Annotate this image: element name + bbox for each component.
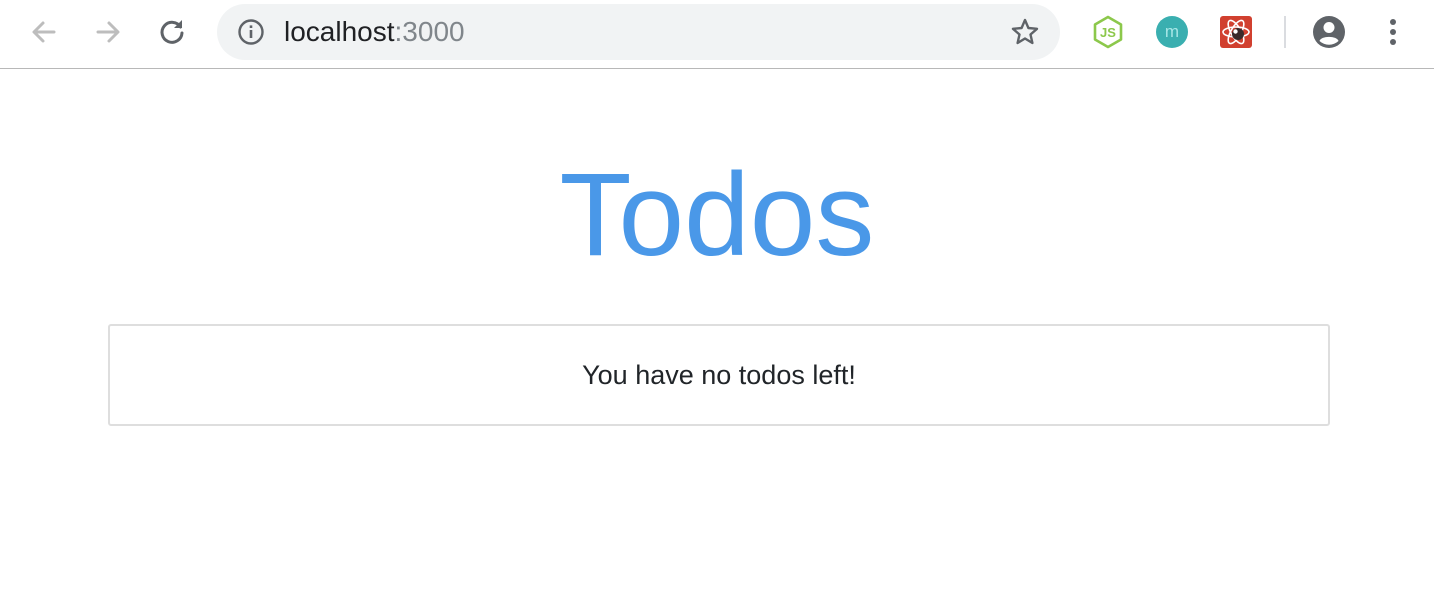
- arrow-left-icon: [32, 21, 56, 43]
- arrow-right-icon: [96, 21, 120, 43]
- browser-toolbar: localhost:3000 JS m: [0, 0, 1434, 69]
- empty-state-message: You have no todos left!: [582, 359, 856, 390]
- forward-button[interactable]: [88, 12, 128, 52]
- nodejs-extension-icon[interactable]: JS: [1091, 15, 1125, 49]
- page-title: Todos: [559, 149, 875, 281]
- url-text[interactable]: localhost:3000: [284, 17, 465, 47]
- url-port: :3000: [394, 16, 465, 47]
- react-devtools-extension-icon[interactable]: [1219, 15, 1253, 49]
- more-vert-icon[interactable]: [1376, 15, 1410, 49]
- todo-list-panel: You have no todos left!: [108, 324, 1330, 426]
- svg-text:m: m: [1165, 22, 1179, 41]
- url-host: localhost: [284, 16, 395, 47]
- svg-text:JS: JS: [1100, 25, 1116, 40]
- reload-button[interactable]: [152, 12, 192, 52]
- back-button[interactable]: [24, 12, 64, 52]
- account-circle-icon[interactable]: [1312, 15, 1346, 49]
- address-bar[interactable]: localhost:3000: [217, 4, 1060, 60]
- info-icon[interactable]: [237, 18, 265, 46]
- m-extension-icon[interactable]: m: [1155, 15, 1189, 49]
- bookmark-star-icon[interactable]: [1010, 17, 1040, 47]
- toolbar-separator: [1284, 16, 1286, 48]
- reload-icon: [160, 20, 184, 44]
